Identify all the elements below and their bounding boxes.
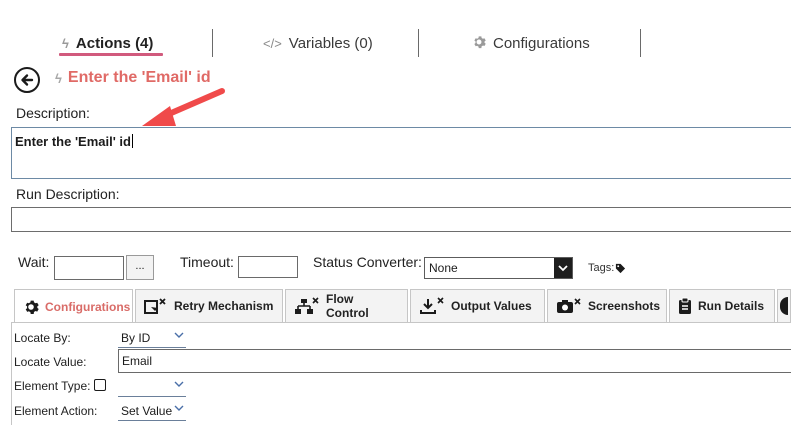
tab-run-details[interactable]: Run Details (669, 289, 775, 322)
tab-configurations-label: Configurations (493, 34, 590, 52)
clipboard-icon (678, 297, 692, 315)
gear-icon (472, 35, 486, 52)
wait-input[interactable] (54, 256, 124, 280)
tab-label: Retry Mechanism (174, 299, 274, 313)
tab-flow-control[interactable]: Flow Control (285, 289, 408, 322)
tab-variables-label: Variables (0) (288, 34, 373, 52)
chevron-down-icon (174, 331, 184, 342)
tab-overflow[interactable] (777, 289, 791, 322)
tab-configurations[interactable]: Configurations (472, 30, 590, 56)
run-description-input[interactable] (11, 207, 791, 232)
active-tab-indicator (59, 53, 163, 56)
tab-label: Run Details (698, 299, 765, 313)
chevron-down-icon[interactable] (554, 258, 572, 278)
description-value: Enter the 'Email' id (15, 134, 131, 149)
tab-actions-label: Actions (4) (75, 34, 154, 52)
gear-icon (23, 299, 39, 315)
tags-area[interactable]: Tags: (588, 262, 626, 274)
tab-label: Configurations (45, 299, 131, 314)
flow-icon (294, 297, 320, 315)
annotation-arrow-icon (142, 88, 225, 126)
chevron-down-icon (174, 380, 184, 391)
camera-icon (556, 298, 582, 314)
chevron-down-icon (174, 404, 184, 415)
timeout-label: Timeout: (180, 254, 234, 270)
wait-label: Wait: (18, 254, 50, 270)
top-tab-bar: ϟ Actions (4) </> Variables (0) Configur… (0, 0, 791, 62)
tab-label: Flow Control (326, 292, 369, 320)
tags-label: Tags: (588, 262, 615, 274)
status-converter-label: Status Converter: (313, 254, 422, 270)
element-type-checkbox[interactable] (94, 379, 106, 391)
locate-value-text: Email (122, 354, 153, 368)
element-type-label: Element Type: (14, 379, 91, 393)
element-type-select[interactable] (118, 378, 186, 397)
tab-panel-border (11, 322, 791, 323)
tab-separator (212, 29, 213, 57)
back-button[interactable] (14, 67, 40, 93)
lightning-icon: ϟ (55, 70, 62, 86)
arrow-left-icon (21, 74, 34, 86)
locate-value-label: Locate Value: (14, 355, 87, 369)
element-action-select[interactable]: Set Value (118, 402, 186, 421)
element-action-value: Set Value (121, 404, 173, 418)
output-icon (419, 297, 445, 315)
tab-retry-mechanism[interactable]: Retry Mechanism (135, 289, 283, 322)
tab-separator (640, 29, 641, 57)
tab-screenshots[interactable]: Screenshots (547, 289, 667, 322)
tab-panel-border (11, 322, 12, 425)
element-action-label: Element Action: (14, 404, 98, 418)
description-label: Description: (16, 105, 90, 121)
locate-by-value: By ID (121, 331, 151, 345)
description-input[interactable]: Enter the 'Email' id (11, 127, 791, 179)
locate-value-input[interactable]: Email (118, 349, 791, 373)
tab-variables[interactable]: </> Variables (0) (263, 30, 373, 56)
tab-configurations-lower[interactable]: Configurations (14, 289, 133, 323)
text-cursor (131, 134, 133, 148)
locate-by-select[interactable]: By ID (118, 329, 186, 348)
timeout-input[interactable] (238, 256, 298, 278)
code-icon: </> (263, 35, 282, 51)
tab-output-values[interactable]: Output Values (410, 289, 545, 322)
run-description-label: Run Description: (16, 186, 120, 202)
tab-label: Screenshots (588, 299, 661, 313)
status-converter-select[interactable]: None (424, 257, 573, 279)
status-converter-value: None (429, 261, 458, 275)
wait-options-button[interactable]: ... (126, 255, 154, 280)
tab-label: Output Values (451, 299, 532, 313)
tab-separator (418, 29, 419, 57)
tag-icon (615, 263, 626, 274)
locate-by-label: Locate By: (14, 331, 71, 345)
info-icon (780, 297, 788, 315)
lightning-icon: ϟ (62, 35, 69, 51)
retry-icon (144, 298, 168, 314)
